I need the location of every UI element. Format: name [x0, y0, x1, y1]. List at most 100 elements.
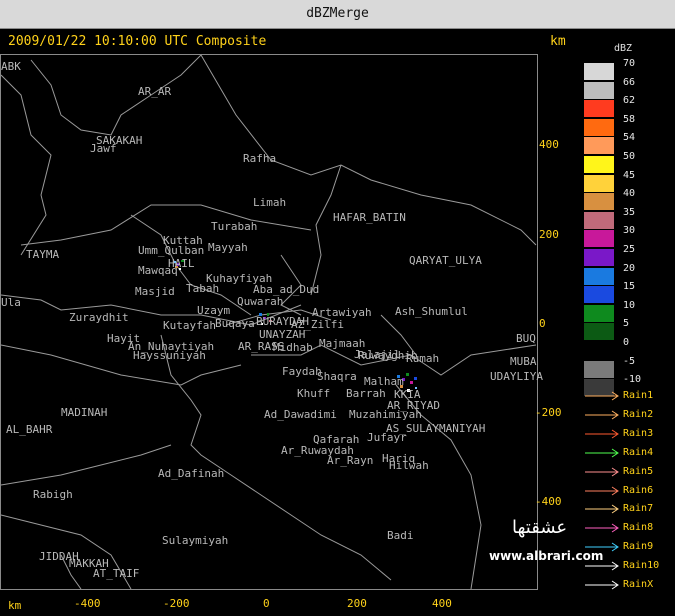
- place-label: Limah: [253, 196, 287, 209]
- place-label: Hayssuniyah: [133, 349, 206, 362]
- y-axis-tick-label: -400: [535, 495, 562, 508]
- place-label: Turabah: [211, 220, 258, 233]
- rain-label: Rain1: [623, 390, 654, 401]
- legend-swatch: [584, 304, 614, 322]
- place-label: Mayyah: [208, 241, 248, 254]
- legend-label: 5: [623, 318, 630, 330]
- radar-map-panel[interactable]: ABK AR_AR SAKAKAH Jawf Rafha Limah HAFAR_BATIN…: [0, 54, 543, 590]
- place-label: Shaqra: [317, 370, 357, 383]
- rain-label: Rain4: [623, 446, 654, 458]
- rain-arrow-icon: [585, 580, 621, 590]
- window-titlebar: dBZMerge: [0, 0, 675, 29]
- legend-swatch: [584, 323, 614, 341]
- legend-swatch: [584, 211, 614, 229]
- legend-label: 58: [623, 113, 636, 125]
- place-label: AL_BAHR: [6, 423, 53, 436]
- rain-label: Rain2: [623, 408, 654, 420]
- place-label: Faydah: [282, 365, 322, 378]
- place-label: Hilwah: [389, 459, 429, 472]
- rain-label: Rain3: [623, 427, 654, 439]
- legend-label: 62: [623, 95, 636, 107]
- place-label: TAYMA: [26, 248, 60, 261]
- place-label: UNAYZAH: [259, 328, 306, 341]
- rain-arrow-icon: [585, 467, 621, 477]
- place-label: Artawiyah: [312, 306, 372, 319]
- place-label: Midhab: [273, 341, 313, 354]
- legend-label: 35: [623, 206, 636, 218]
- place-label: MADINAH: [61, 406, 108, 419]
- rain-arrow-icon: [585, 410, 621, 420]
- place-label: Badi: [387, 529, 414, 542]
- km-unit-label: km: [550, 34, 566, 49]
- rain-arrow-icon: [585, 448, 621, 458]
- rain-label: Rain6: [623, 484, 654, 496]
- place-label: Uzaym: [197, 304, 231, 317]
- place-label: Umm_Qulban: [138, 244, 205, 257]
- place-label: AT_TAIF: [93, 567, 140, 580]
- legend-swatch: [584, 156, 614, 173]
- legend-label: 54: [623, 132, 636, 144]
- place-label: Quwarah: [237, 295, 284, 308]
- place-label: Kutayfah: [163, 319, 216, 332]
- legend-swatch: [584, 118, 614, 136]
- y-axis-tick-label: -200: [535, 406, 562, 419]
- place-label: Rabigh: [33, 488, 73, 501]
- place-label: Rafha: [243, 152, 277, 165]
- place-label: AR_AR: [138, 85, 172, 98]
- place-label: Rumah: [406, 352, 440, 365]
- legend-label: 10: [623, 299, 636, 311]
- legend-swatch: [584, 267, 614, 285]
- legend-label: 0: [623, 337, 630, 348]
- place-label: Khuff: [297, 387, 331, 400]
- rain-arrow-icon: [585, 486, 621, 496]
- x-axis-tick-label: -400: [74, 597, 101, 610]
- watermark-site: www.albrari.com: [489, 549, 604, 563]
- legend-swatch: [584, 63, 614, 80]
- legend-swatch: [584, 137, 614, 155]
- legend-swatch: [584, 286, 614, 304]
- legend-swatch: [584, 360, 614, 378]
- x-axis-tick-label: 200: [347, 597, 367, 610]
- rain-arrow-icon: [585, 523, 621, 533]
- rain-arrow-icon: [585, 504, 621, 514]
- place-label: Muzahimiyah: [349, 408, 422, 421]
- rain-label: Rain9: [623, 541, 654, 553]
- place-label: Jawf: [90, 142, 117, 155]
- legend-label: 50: [623, 151, 636, 162]
- rain-arrow-icon: [585, 429, 621, 439]
- place-label: HAFAR_BATIN: [333, 211, 406, 224]
- legend-swatch: [584, 193, 614, 211]
- legend-swatch: [584, 100, 614, 118]
- place-label: Jufayr: [367, 431, 407, 444]
- x-axis-tick-label: 0: [263, 597, 270, 610]
- legend-label: -10: [623, 374, 642, 386]
- place-label: Ash_Shumlul: [395, 305, 468, 318]
- legend-swatch: [584, 81, 614, 99]
- legend-label: 15: [623, 281, 636, 293]
- legend-swatch: [584, 342, 614, 359]
- y-axis-tick-label: 200: [539, 228, 559, 241]
- rain-label: Rain8: [623, 522, 654, 534]
- place-label: QARYAT_ULYA: [409, 254, 482, 267]
- legend-label: -5: [623, 355, 636, 367]
- place-label: Zuraydhit: [69, 311, 129, 324]
- x-axis-tick-label: 400: [432, 597, 452, 610]
- place-label: Ula: [1, 296, 21, 309]
- legend-swatch: [584, 230, 614, 248]
- place-label: Ar_Rayn: [327, 454, 374, 467]
- legend-label: 40: [623, 188, 636, 200]
- datetime-label: 2009/01/22 10:10:00 UTC Composite: [8, 34, 267, 49]
- place-label: Aba_ad_Dud: [253, 283, 320, 296]
- place-label: UDAYLIYA: [490, 370, 543, 383]
- place-label: Ad_Dafinah: [158, 467, 225, 480]
- place-label: Barrah: [346, 387, 386, 400]
- y-axis-tick-label: 0: [539, 317, 546, 330]
- rain-label: Rain10: [623, 560, 660, 572]
- rain-label: RainX: [623, 579, 654, 590]
- watermark-arabic: عشقتها: [512, 517, 568, 538]
- place-label: Sulaymiyah: [162, 534, 229, 547]
- legend-label: 25: [623, 244, 636, 255]
- rain-label: Rain5: [623, 465, 654, 477]
- place-label: Malham: [364, 375, 404, 388]
- place-label: Masjid: [135, 285, 175, 298]
